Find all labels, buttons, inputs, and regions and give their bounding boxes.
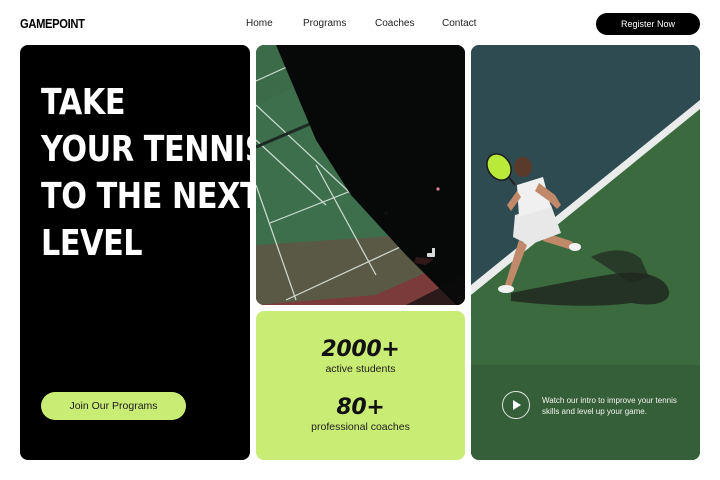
stat-coaches: 80+ professional coaches xyxy=(256,395,465,434)
nav-link-contact[interactable]: Contact xyxy=(442,16,476,32)
hero-title-line: LEVEL xyxy=(41,223,143,264)
stat-value: 80+ xyxy=(336,395,385,420)
court-aerial-illustration xyxy=(256,45,465,305)
intro-description: Watch our intro to improve your tennis s… xyxy=(542,396,677,416)
nav-link-coaches[interactable]: Coaches xyxy=(375,16,414,32)
stat-label: professional coaches xyxy=(311,421,410,433)
play-button[interactable] xyxy=(502,391,530,419)
stat-students: 2000+ active students xyxy=(256,337,465,376)
court-aerial-image xyxy=(256,45,465,305)
hero-title-line: TO THE NEXT xyxy=(41,176,250,217)
stat-value: 2000+ xyxy=(321,337,400,362)
nav-link-programs[interactable]: Programs xyxy=(303,16,346,32)
hero-title-line: TAKE xyxy=(41,82,126,123)
hero-card: TAKE YOUR TENNIS TO THE NEXT LEVEL Join … xyxy=(20,45,250,460)
nav-link-home[interactable]: Home xyxy=(246,16,273,32)
stats-card: 2000+ active students 80+ professional c… xyxy=(256,311,465,460)
logo[interactable]: GAMEPOINT xyxy=(20,16,85,32)
register-button[interactable]: Register Now xyxy=(596,13,700,35)
hero-title: TAKE YOUR TENNIS TO THE NEXT LEVEL xyxy=(41,79,250,267)
intro-video-card[interactable]: Watch our intro to improve your tennis s… xyxy=(471,45,700,460)
hero-title-line: YOUR TENNIS xyxy=(41,129,250,170)
stat-label: active students xyxy=(325,363,396,375)
join-programs-button[interactable]: Join Our Programs xyxy=(41,392,186,420)
play-icon xyxy=(513,400,521,410)
